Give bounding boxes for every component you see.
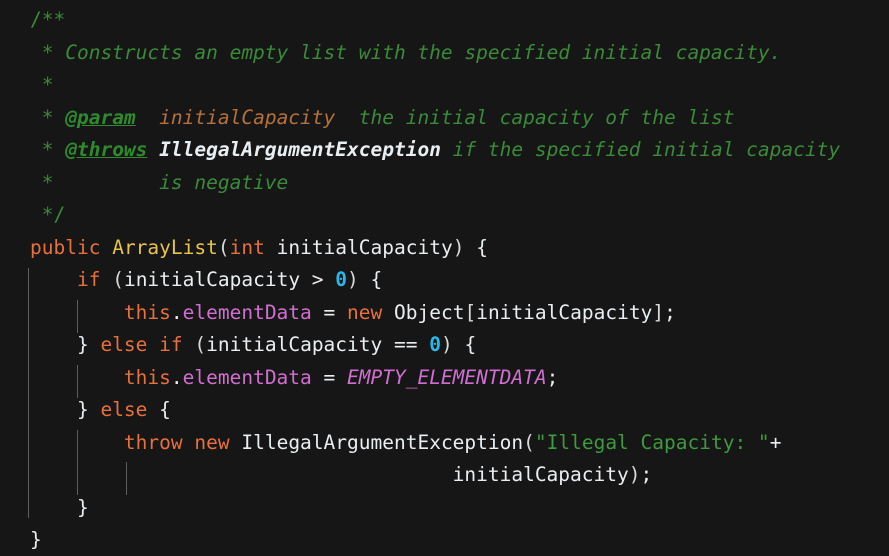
code-line[interactable]: } else {: [0, 394, 889, 427]
code-editor[interactable]: /** * Constructs an empty list with the …: [0, 0, 889, 556]
token-number-zero: 0: [429, 333, 441, 356]
token-doc-param-desc: the initial capacity of the list: [335, 105, 735, 129]
token-paren-close: ): [440, 333, 453, 356]
token-doc-param-name: initialCapacity: [159, 105, 336, 129]
code-line[interactable]: * @throws IllegalArgumentException if th…: [0, 134, 889, 167]
token-comment-text: * is negative: [30, 170, 289, 194]
token-param-initialcapacity: initialCapacity: [264, 235, 453, 259]
token-string-illegal-capacity: "Illegal Capacity: ": [534, 430, 770, 454]
token-bracket-close: ]: [652, 300, 665, 324]
token-keyword-new: new: [347, 300, 383, 324]
token-expr: initialCapacity ==: [206, 333, 430, 356]
token-keyword-int: int: [229, 235, 265, 259]
token-brace-open: {: [464, 235, 488, 259]
token-class-object: Object: [394, 300, 465, 324]
token-keyword-if: if: [76, 268, 101, 291]
token-paren-open: (: [523, 430, 535, 454]
token-brace-close: }: [30, 528, 42, 551]
code-line[interactable]: if (initialCapacity > 0) {: [0, 264, 889, 297]
token-brace-open: {: [147, 398, 171, 421]
code-line[interactable]: }: [0, 492, 889, 525]
token-dot: .: [170, 365, 183, 389]
token-keyword-this: this: [123, 365, 171, 389]
token-keyword-new: new: [194, 430, 230, 454]
code-line[interactable]: } else if (initialCapacity == 0) {: [0, 329, 889, 362]
token-field-elementdata: elementData: [182, 300, 312, 324]
token-doc-tag-throws: @throws: [65, 138, 148, 161]
token-keyword-this: this: [123, 300, 171, 324]
token-brace-close: }: [30, 495, 89, 519]
token-brace-close: }: [76, 333, 101, 356]
code-surface[interactable]: /** * Constructs an empty list with the …: [0, 0, 889, 556]
code-line[interactable]: this.elementData = new Object[initialCap…: [0, 297, 889, 330]
token-assign: =: [311, 300, 348, 324]
token-static-empty-elementdata: EMPTY_ELEMENTDATA: [347, 365, 547, 389]
code-line[interactable]: *: [0, 69, 889, 102]
token-brace-close: }: [76, 398, 101, 421]
token-class-illegalargumentexception: IllegalArgumentException: [241, 430, 524, 454]
token-dot: .: [170, 300, 183, 324]
token-keyword-if: if: [159, 333, 183, 356]
token-comment-star: *: [30, 105, 66, 129]
code-line[interactable]: throw new IllegalArgumentException("Ille…: [0, 427, 889, 460]
token-operator-plus: +: [769, 430, 782, 454]
token-expr: initialCapacity: [476, 300, 653, 324]
token-semicolon: ;: [546, 365, 559, 389]
token-paren-open: (: [112, 268, 124, 291]
token-semicolon: ;: [664, 300, 676, 324]
token-paren-open: (: [194, 333, 207, 356]
token-comment-text: *: [30, 73, 54, 96]
token-semicolon: ;: [640, 463, 653, 486]
token-brace-open: {: [358, 268, 383, 291]
token-keyword-else: else: [100, 333, 148, 356]
token-comment-open: /**: [30, 8, 66, 31]
token-comment-close: */: [30, 203, 66, 226]
token-doc-exception-type: IllegalArgumentException: [159, 138, 441, 161]
token-paren-close: ): [452, 235, 465, 259]
code-line[interactable]: }: [0, 524, 889, 556]
token-field-elementdata: elementData: [182, 365, 312, 389]
code-line[interactable]: initialCapacity);: [0, 459, 889, 492]
token-bracket-open: [: [464, 300, 477, 324]
token-brace-open: {: [452, 333, 477, 356]
token-number-zero: 0: [335, 268, 348, 291]
code-line[interactable]: */: [0, 199, 889, 232]
token-paren-close: ): [347, 268, 359, 291]
token-keyword-public: public: [30, 235, 101, 259]
code-line[interactable]: /**: [0, 4, 889, 37]
code-line[interactable]: public ArrayList(int initialCapacity) {: [0, 232, 889, 265]
code-line[interactable]: this.elementData = EMPTY_ELEMENTDATA;: [0, 362, 889, 395]
token-expr: initialCapacity: [452, 463, 629, 486]
token-constructor-name: ArrayList: [112, 235, 218, 259]
code-line[interactable]: * @param initialCapacity the initial cap…: [0, 102, 889, 135]
token-keyword-throw: throw: [123, 430, 183, 454]
token-comment-star: *: [30, 138, 66, 161]
token-expr: initialCapacity >: [123, 268, 336, 291]
token-doc-throws-desc: if the specified initial capacity: [440, 138, 841, 161]
token-paren-close: ): [628, 463, 641, 486]
token-keyword-else: else: [100, 398, 148, 421]
code-line[interactable]: * is negative: [0, 167, 889, 200]
token-doc-tag-param: @param: [65, 105, 136, 129]
token-paren-open: (: [217, 235, 230, 259]
code-line[interactable]: * Constructs an empty list with the spec…: [0, 37, 889, 70]
token-comment-text: * Constructs an empty list with the spec…: [30, 40, 782, 64]
token-assign: =: [311, 365, 348, 389]
